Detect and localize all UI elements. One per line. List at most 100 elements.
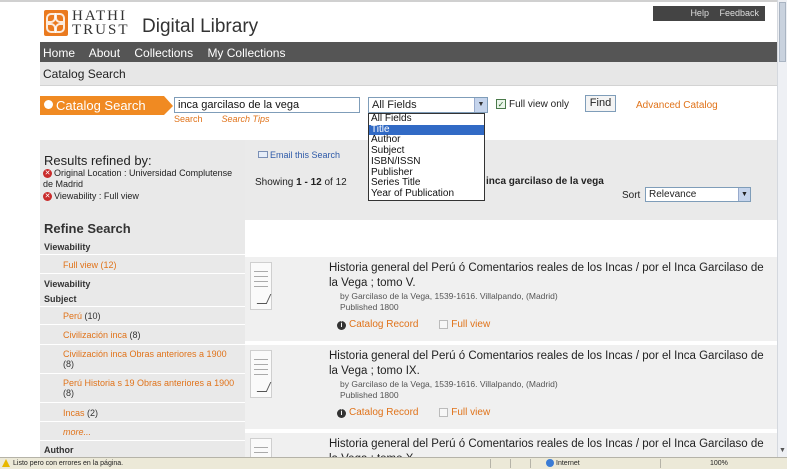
scroll-down-icon[interactable]: ▼ — [779, 447, 786, 455]
divider — [490, 459, 491, 468]
facet-more-link[interactable]: more... — [63, 427, 91, 437]
book-thumbnail[interactable] — [250, 438, 272, 457]
scrollbar-thumb[interactable] — [779, 2, 786, 62]
hathitrust-logo-icon[interactable] — [44, 10, 68, 36]
tab-arrow-icon — [164, 96, 173, 115]
search-tips-link[interactable]: Search Tips — [222, 114, 270, 124]
divider — [40, 254, 245, 255]
full-view-link[interactable]: Full view — [439, 407, 490, 418]
chevron-down-icon[interactable]: ▼ — [474, 98, 487, 112]
facet-item-label: Incas — [63, 408, 85, 418]
divider — [510, 459, 511, 468]
full-view-link[interactable]: Full view — [439, 319, 490, 330]
globe-icon — [546, 459, 554, 468]
advanced-catalog-link[interactable]: Advanced Catalog — [636, 100, 718, 111]
main-nav: Home About Collections My Collections — [40, 42, 777, 62]
remove-filter-icon[interactable]: ✕ — [43, 192, 52, 202]
book-thumbnail[interactable] — [250, 262, 272, 310]
results-refined-title: Results refined by: — [44, 153, 152, 168]
active-filter-viewability: ✕ Viewability : Full view — [43, 191, 139, 202]
facet-item-label: Civilización inca — [63, 330, 128, 340]
search-link[interactable]: Search — [174, 114, 203, 124]
nav-collections[interactable]: Collections — [134, 46, 193, 60]
search-input[interactable]: inca garcilaso de la vega — [174, 97, 360, 113]
result-byline: by Garcilaso de la Vega, 1539-1616. Vill… — [340, 291, 558, 313]
divider — [40, 440, 245, 441]
email-search-link[interactable]: Email this Search — [258, 150, 340, 160]
catalog-record-link[interactable]: Catalog Record — [349, 407, 418, 418]
warning-icon[interactable] — [2, 459, 10, 467]
facet-item-civilizacion-inca-obras[interactable]: Civilización inca Obras anteriores a 190… — [63, 349, 239, 369]
filter-location-label: Original Location : Universidad Complute… — [43, 168, 233, 189]
breadcrumb: Catalog Search — [40, 62, 777, 86]
security-zone: Internet — [546, 458, 580, 469]
full-view-only-toggle[interactable]: ✓ Full view only — [496, 99, 569, 110]
result-item: Historia general del Perú ó Comentarios … — [245, 257, 777, 341]
result-author: by Garcilaso de la Vega, 1539-1616. Vill… — [340, 379, 558, 389]
result-title[interactable]: Historia general del Perú ó Comentarios … — [329, 437, 769, 457]
search-field-dropdown: All Fields Title Author Subject ISBN/ISS… — [368, 113, 485, 201]
zone-label: Internet — [556, 460, 580, 467]
nav-home[interactable]: Home — [43, 46, 75, 60]
search-field-select[interactable]: All Fields ▼ — [368, 97, 488, 113]
page-scrollbar[interactable]: ▼ — [777, 0, 787, 457]
zoom-level[interactable]: 100% — [710, 458, 728, 469]
divider — [530, 459, 531, 468]
utility-links: Help Feedback — [653, 6, 765, 21]
sort-select[interactable]: Relevance ▼ — [645, 187, 751, 202]
catalog-search-label: Catalog Search — [56, 98, 146, 113]
facet-item-civilizacion-inca[interactable]: Civilización inca (8) — [63, 330, 141, 340]
logo-wordmark[interactable]: HATHI TRUST — [72, 8, 130, 38]
catalog-search-tab: Catalog Search — [40, 96, 173, 115]
feedback-link[interactable]: Feedback — [719, 8, 759, 18]
nav-my-collections[interactable]: My Collections — [207, 46, 285, 60]
divider — [40, 324, 245, 325]
query-echo: inca garcilaso de la vega — [486, 176, 604, 187]
showing-prefix: Showing — [255, 177, 294, 188]
refine-sidebar: Results refined by: ✕ Original Location :… — [40, 140, 245, 457]
facet-author-heading: Author — [44, 445, 74, 455]
find-button[interactable]: Find — [585, 95, 616, 112]
site-title: Digital Library — [142, 16, 259, 37]
remove-filter-icon[interactable]: ✕ — [43, 169, 52, 179]
facet-item-label: Perú Historia s 19 Obras anteriores a 19… — [63, 378, 235, 388]
facet-item-count: (8) — [129, 330, 141, 340]
full-view-label: Full view — [451, 319, 491, 330]
logo-line-hathi: HATHI — [72, 8, 127, 24]
facet-item-incas[interactable]: Incas (2) — [63, 408, 98, 418]
facet-viewability-heading: Viewability — [44, 242, 91, 252]
facet-item-peru[interactable]: Perú (10) — [63, 311, 101, 321]
facet-item-count: (10) — [84, 311, 101, 321]
chevron-down-icon[interactable]: ▼ — [738, 188, 750, 201]
result-title[interactable]: Historia general del Perú ó Comentarios … — [329, 349, 769, 379]
full-view-label: Full view — [451, 407, 491, 418]
result-links: i Catalog Record Full view — [337, 407, 490, 418]
envelope-icon — [258, 151, 268, 158]
browser-viewport: HATHI TRUST Digital Library Help Feedbac… — [0, 0, 787, 469]
facet-item-count: (12) — [100, 260, 117, 270]
status-message: Listo pero con errores en la página. — [13, 460, 124, 467]
facet-item-peru-historia[interactable]: Perú Historia s 19 Obras anteriores a 19… — [63, 378, 239, 398]
catalog-record-link[interactable]: Catalog Record — [349, 319, 418, 330]
divider — [660, 459, 661, 468]
help-link[interactable]: Help — [690, 8, 709, 18]
active-filter-location: ✕ Original Location : Universidad Complut… — [43, 168, 243, 190]
facet-item-label: Full view — [63, 260, 99, 270]
page-icon — [439, 319, 449, 329]
option-isbn-issn[interactable]: ISBN/ISSN — [369, 156, 484, 168]
search-sublinks: Search Search Tips — [174, 114, 269, 124]
nav-about[interactable]: About — [89, 46, 120, 60]
book-thumbnail[interactable] — [250, 350, 272, 398]
facet-item-count: (8) — [63, 359, 74, 369]
result-title[interactable]: Historia general del Perú ó Comentarios … — [329, 261, 769, 291]
facet-item-full-view[interactable]: Full view (12) — [63, 260, 117, 270]
result-published: Published 1800 — [340, 390, 399, 400]
divider — [40, 306, 245, 307]
facet-item-label: Perú — [63, 311, 83, 321]
results-panel: Email this Search Showing 1 - 12 of 12 i… — [245, 140, 777, 457]
divider — [40, 344, 245, 345]
divider — [40, 373, 245, 374]
checkbox-checked-icon[interactable]: ✓ — [496, 99, 506, 110]
result-item: Historia general del Perú ó Comentarios … — [245, 345, 777, 429]
option-year-of-publication[interactable]: Year of Publication — [369, 188, 484, 200]
